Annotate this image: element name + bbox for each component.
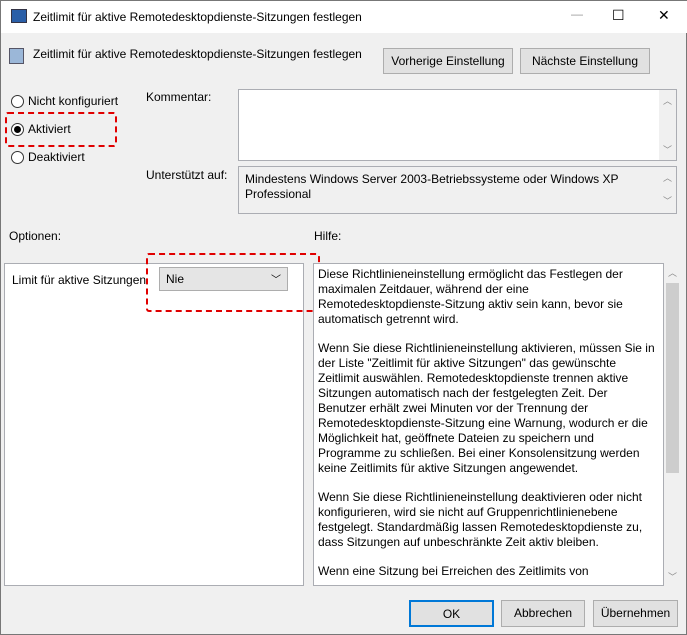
help-label: Hilfe: [314,229,342,243]
radio-circle[interactable] [11,94,24,108]
help-paragraph: Wenn Sie diese Richtlinieneinstellung ak… [318,341,655,475]
supported-scrollbar[interactable]: ︿ ﹀ [659,167,676,213]
radio-label: Deaktiviert [28,150,85,164]
previous-setting-button[interactable]: Vorherige Einstellung [383,48,513,74]
comment-scrollbar[interactable]: ︿ ﹀ [659,90,676,160]
minimize-button[interactable]: — [571,7,583,21]
scroll-thumb[interactable] [666,283,679,473]
maximize-button[interactable]: ☐ [612,7,625,24]
radio-not-configured[interactable]: Nicht konfiguriert [11,94,118,108]
policy-icon [9,48,24,64]
help-paragraph: Wenn eine Sitzung bei Erreichen des Zeit… [318,564,589,578]
radio-circle[interactable] [11,150,24,164]
options-label: Optionen: [9,229,62,243]
radio-disabled[interactable]: Deaktiviert [11,150,85,164]
radio-label: Nicht konfiguriert [28,94,119,108]
next-setting-button[interactable]: Nächste Einstellung [520,48,650,74]
comment-label: Kommentar: [146,90,212,104]
help-paragraph: Wenn Sie diese Richtlinieneinstellung de… [318,490,643,549]
window-title: Zeitlimit für aktive Remotedesktopdienst… [33,10,362,24]
help-paragraph: Diese Richtlinieneinstellung ermöglicht … [318,267,623,326]
title-bar: Zeitlimit für aktive Remotedesktopdienst… [1,1,687,33]
comment-textarea[interactable]: ︿ ﹀ [238,89,677,161]
supported-label: Unterstützt auf: [146,168,228,182]
cancel-button[interactable]: Abbrechen [501,600,585,627]
apply-button[interactable]: Übernehmen [593,600,678,627]
help-scrollbar[interactable]: ︿ ﹀ [664,263,681,586]
supported-value: Mindestens Windows Server 2003-Betriebss… [245,172,619,201]
supported-box: Mindestens Windows Server 2003-Betriebss… [238,166,677,214]
limit-label: Limit für aktive Sitzungen [12,273,147,287]
highlight-enabled [5,112,117,147]
close-button[interactable]: ✕ [658,7,670,24]
policy-name: Zeitlimit für aktive Remotedesktopdienst… [33,47,362,61]
app-icon [11,9,27,23]
ok-button[interactable]: OK [409,600,494,627]
highlight-select [146,253,320,312]
help-text: Diese Richtlinieneinstellung ermöglicht … [313,263,664,586]
